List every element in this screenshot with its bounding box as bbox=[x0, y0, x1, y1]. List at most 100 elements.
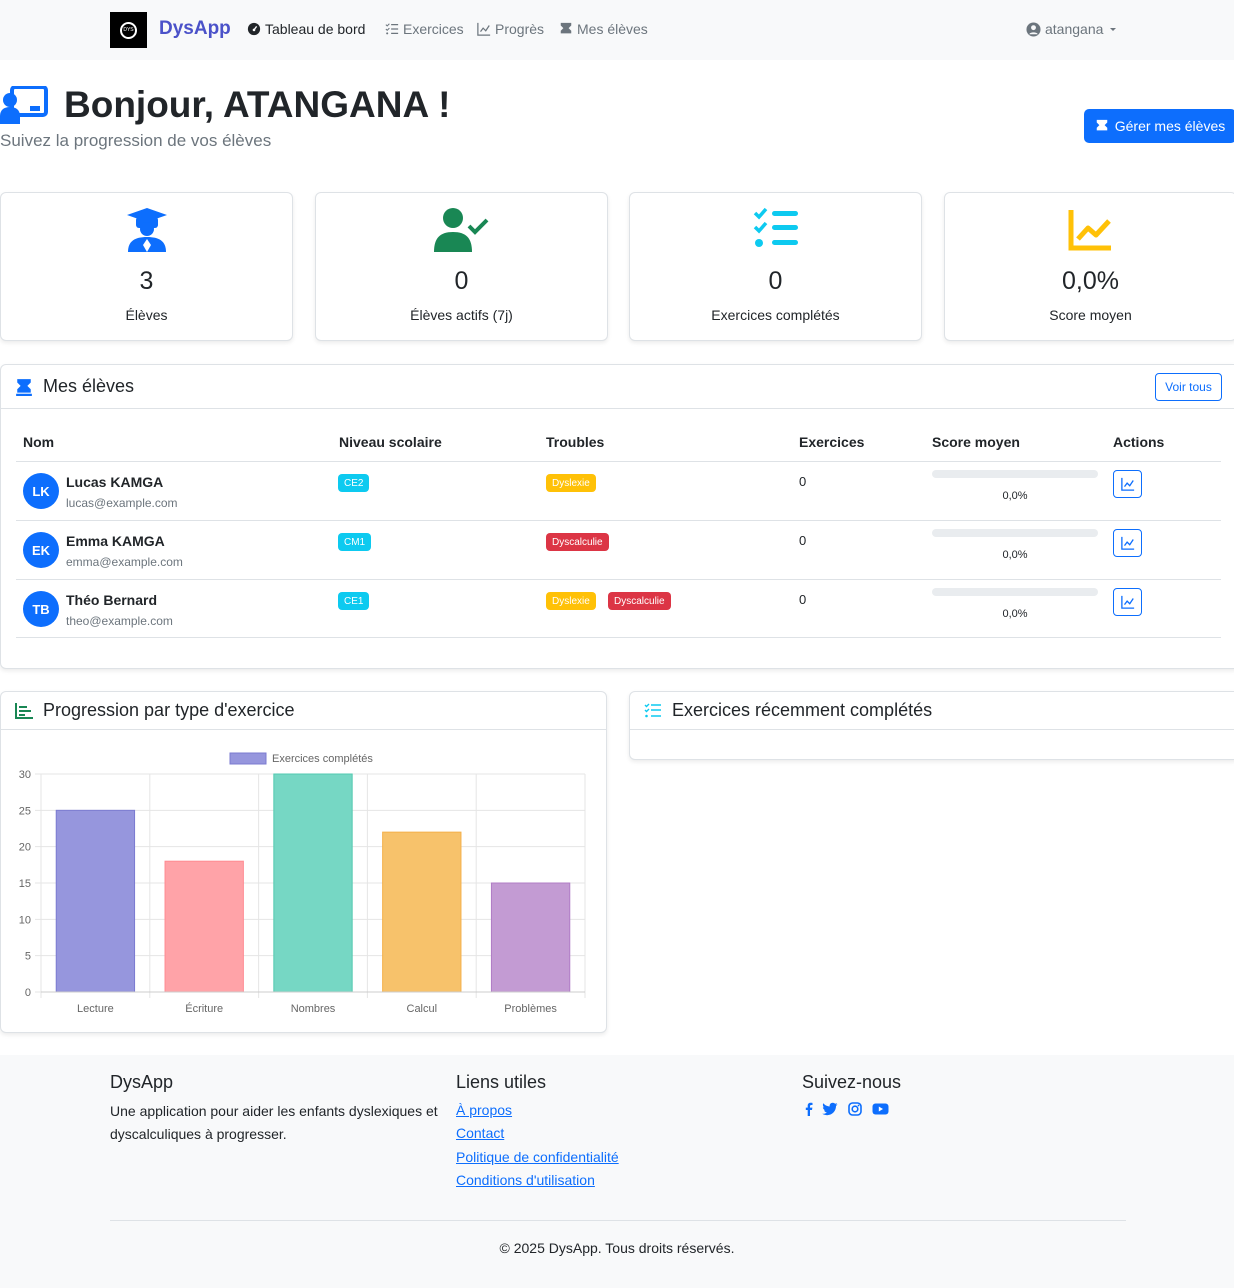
tasks-icon bbox=[385, 23, 399, 35]
username: atangana bbox=[1045, 21, 1104, 37]
trouble-badge: Dyscalculie bbox=[546, 533, 609, 551]
page-subtitle: Suivez la progression de vos élèves bbox=[0, 131, 272, 150]
card-title: Mes élèves bbox=[43, 376, 135, 396]
y-tick-label: 20 bbox=[19, 842, 31, 854]
recent-exercises-card: Exercices récemment complétés bbox=[629, 691, 1234, 760]
footer-description: Une application pour aider les enfants d… bbox=[110, 1103, 438, 1142]
brand-name[interactable]: DysApp bbox=[159, 18, 231, 40]
score-progress-bar bbox=[932, 529, 1098, 537]
gauge-icon bbox=[247, 22, 261, 36]
avatar: TB bbox=[23, 591, 59, 627]
manage-students-button[interactable]: Gérer mes élèves bbox=[1084, 109, 1234, 143]
score-percent: 0,0% bbox=[1002, 490, 1028, 502]
stat-label: Exercices complétés bbox=[711, 307, 840, 323]
navbar: DYS DysApp Tableau de bord Exercices Pro… bbox=[0, 0, 1234, 60]
trouble-badge: Dyscalculie bbox=[608, 592, 671, 610]
facebook-icon[interactable] bbox=[802, 1102, 816, 1116]
y-tick-label: 15 bbox=[19, 878, 31, 890]
nav-mes-eleves[interactable]: Mes élèves bbox=[559, 21, 648, 37]
column-header: Niveau scolaire bbox=[339, 434, 442, 450]
level-badge: CM1 bbox=[338, 533, 372, 551]
view-progress-button[interactable] bbox=[1113, 529, 1142, 557]
trouble-badge: Dyslexie bbox=[546, 474, 596, 492]
footer-social-title: Suivez-nous bbox=[802, 1072, 902, 1092]
tasks-icon bbox=[644, 703, 661, 717]
view-progress-button[interactable] bbox=[1113, 470, 1142, 498]
column-header: Exercices bbox=[799, 434, 865, 450]
teacher-icon bbox=[560, 22, 572, 34]
student-email: lucas@example.com bbox=[66, 496, 178, 510]
youtube-icon[interactable] bbox=[872, 1102, 889, 1116]
score-progress-bar bbox=[932, 588, 1098, 596]
y-tick-label: 30 bbox=[19, 769, 31, 781]
exercise-count: 0 bbox=[799, 592, 807, 607]
trouble-badge: Dyslexie bbox=[546, 592, 596, 610]
view-progress-button[interactable] bbox=[1113, 588, 1142, 616]
column-header: Score moyen bbox=[932, 434, 1020, 450]
tasks-icon bbox=[753, 207, 798, 247]
bar-chart: 0 5 10 15 20 25 30 Lecture Écriture Nombres Calcul… bbox=[19, 752, 586, 1015]
x-tick-label: Écriture bbox=[185, 1002, 223, 1015]
avatar: EK bbox=[23, 532, 59, 568]
column-header: Nom bbox=[23, 434, 55, 450]
x-tick-label: Calcul bbox=[407, 1003, 438, 1015]
chalkboard-teacher-icon bbox=[0, 86, 48, 124]
student-email: theo@example.com bbox=[66, 614, 173, 628]
footer-brand: DysApp bbox=[110, 1072, 174, 1092]
student-name: Lucas KAMGA bbox=[66, 474, 164, 490]
card-title: Exercices récemment complétés bbox=[672, 700, 933, 720]
link-terms[interactable]: Conditions d'utilisation bbox=[456, 1172, 595, 1188]
score-percent: 0,0% bbox=[1002, 608, 1028, 620]
view-all-button[interactable]: Voir tous bbox=[1155, 373, 1222, 401]
nav-tableau-de-bord[interactable]: Tableau de bord bbox=[247, 21, 365, 37]
card-header: Mes élèves bbox=[1, 365, 1234, 409]
x-tick-label: Problèmes bbox=[504, 1003, 557, 1015]
teacher-icon bbox=[16, 378, 32, 396]
chart-line-icon bbox=[477, 22, 491, 36]
y-tick-label: 10 bbox=[19, 914, 31, 926]
score-percent: 0,0% bbox=[1002, 549, 1028, 561]
student-email: emma@example.com bbox=[66, 555, 183, 569]
stat-card-students: 3 Élèves bbox=[0, 192, 293, 341]
level-badge: CE1 bbox=[338, 592, 370, 610]
footer-links-title: Liens utiles bbox=[456, 1072, 547, 1092]
nav-label: Progrès bbox=[495, 21, 545, 37]
bar bbox=[273, 773, 353, 993]
app-logo[interactable]: DYS bbox=[110, 12, 147, 48]
score-progress-bar bbox=[932, 470, 1098, 478]
stat-value: 0 bbox=[454, 267, 469, 295]
progress-chart-card: Progression par type d'exercice 0 5 10 15 20… bbox=[0, 691, 607, 1033]
link-contact[interactable]: Contact bbox=[456, 1125, 504, 1141]
stat-label: Élèves bbox=[125, 307, 168, 323]
link-about[interactable]: À propos bbox=[456, 1102, 512, 1118]
table-row: EK Emma KAMGA emma@example.com CM1 Dysca… bbox=[16, 520, 1221, 579]
legend-swatch bbox=[229, 752, 267, 765]
user-menu[interactable]: atangana bbox=[1026, 21, 1119, 37]
avatar: LK bbox=[23, 473, 59, 509]
bar bbox=[55, 809, 136, 993]
nav-label: Exercices bbox=[403, 21, 464, 37]
teacher-icon bbox=[1096, 119, 1107, 131]
chart-line-icon bbox=[1120, 477, 1134, 491]
nav-exercices[interactable]: Exercices bbox=[385, 21, 464, 37]
stat-value: 0,0% bbox=[1062, 267, 1119, 295]
chart-line-icon bbox=[1068, 210, 1111, 251]
stat-label: Élèves actifs (7j) bbox=[410, 307, 513, 323]
button-label: Gérer mes élèves bbox=[1114, 118, 1226, 134]
graduation-icon bbox=[126, 208, 167, 252]
user-circle-icon bbox=[1026, 21, 1041, 37]
exercise-count: 0 bbox=[799, 533, 807, 548]
nav-label: Tableau de bord bbox=[265, 21, 366, 37]
stat-value: 0 bbox=[768, 267, 783, 295]
page-title: Bonjour, ATANGANA ! bbox=[64, 84, 451, 125]
nav-progres[interactable]: Progrès bbox=[477, 21, 544, 37]
stat-card-active-students: 0 Élèves actifs (7j) bbox=[315, 192, 608, 341]
logo-text: DYS bbox=[120, 21, 137, 39]
link-privacy[interactable]: Politique de confidentialité bbox=[456, 1149, 619, 1165]
card-title: Progression par type d'exercice bbox=[43, 700, 295, 720]
card-header: Exercices récemment complétés bbox=[630, 692, 1234, 730]
bar bbox=[490, 882, 571, 993]
instagram-icon[interactable] bbox=[848, 1102, 862, 1116]
twitter-icon[interactable] bbox=[822, 1102, 838, 1116]
footer-divider bbox=[110, 1220, 1126, 1221]
